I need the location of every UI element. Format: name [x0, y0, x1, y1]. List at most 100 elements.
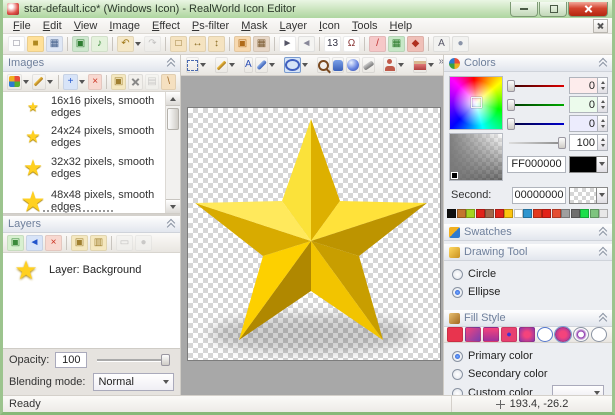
colors-button[interactable]: ▦: [253, 36, 270, 52]
layers-panel-header[interactable]: Layers: [3, 216, 180, 233]
green-value[interactable]: 0: [570, 99, 597, 111]
color-swatch[interactable]: [561, 209, 570, 218]
color-swatch[interactable]: [542, 209, 551, 218]
fill-ellipse-empty-button[interactable]: [591, 327, 607, 342]
windows-format-button[interactable]: [7, 74, 22, 90]
color-swatch[interactable]: [523, 209, 532, 218]
new-layer-button[interactable]: ▣: [7, 235, 24, 251]
dropdown-caret-icon[interactable]: [79, 80, 85, 84]
color-swatch[interactable]: [599, 209, 608, 218]
crop-button[interactable]: □: [170, 36, 187, 52]
wizard-button[interactable]: ▣: [72, 36, 89, 52]
opacity-slider[interactable]: [97, 353, 170, 367]
images-panel-header[interactable]: Images: [3, 55, 180, 72]
color-swatch[interactable]: [590, 209, 599, 218]
color-swatch[interactable]: [552, 209, 561, 218]
radio-secondary-color[interactable]: Secondary color: [444, 365, 612, 383]
menu-item-tools[interactable]: Tools: [346, 19, 384, 33]
custom-color-select[interactable]: [552, 385, 604, 395]
minimize-button[interactable]: [510, 2, 538, 17]
collapse-chevron-icon[interactable]: [599, 248, 607, 257]
cut-button[interactable]: [128, 74, 143, 90]
radio-icon[interactable]: [452, 388, 463, 396]
green-slider-handle[interactable]: [507, 99, 515, 111]
image-list-item[interactable]: ★24x24 pixels, smooth edges: [3, 121, 180, 152]
figure-button[interactable]: ●: [452, 36, 469, 52]
menu-item-help[interactable]: Help: [384, 19, 419, 33]
format-13-button[interactable]: 13: [324, 36, 341, 52]
radio-circle[interactable]: Circle: [444, 265, 612, 283]
copy-button[interactable]: ▣: [111, 74, 126, 90]
spinner-arrows[interactable]: [597, 135, 607, 150]
menu-item-ps-filter[interactable]: Ps-filter: [186, 19, 235, 33]
dropdown-caret-icon[interactable]: [135, 42, 141, 46]
radio-icon[interactable]: [452, 287, 463, 298]
canvas-area[interactable]: [181, 76, 443, 395]
menu-item-icon[interactable]: Icon: [313, 19, 346, 33]
sphere-tool-button[interactable]: [346, 57, 360, 73]
red-value-spinbox[interactable]: 0: [569, 77, 608, 94]
menu-item-mask[interactable]: Mask: [235, 19, 273, 33]
fill-style-panel-header[interactable]: Fill Style: [444, 310, 612, 327]
dropdown-caret-icon[interactable]: [269, 63, 275, 67]
fill-ellipse-gradient-button[interactable]: [555, 327, 571, 342]
canvas-document[interactable]: [187, 107, 441, 361]
copy-layer-button[interactable]: ▣: [71, 235, 88, 251]
menu-item-edit[interactable]: Edit: [37, 19, 68, 33]
expand-chevron-icon[interactable]: [599, 228, 607, 237]
fill-solid-button[interactable]: [447, 327, 463, 342]
menu-item-layer[interactable]: Layer: [274, 19, 314, 33]
close-document-button[interactable]: [593, 19, 608, 33]
radio-primary-color[interactable]: Primary color: [444, 347, 612, 365]
format-omega-button[interactable]: Ω: [343, 36, 360, 52]
airbrush-tool-button[interactable]: [362, 57, 375, 73]
radio-ellipse[interactable]: Ellipse: [444, 283, 612, 301]
dropdown-caret-icon[interactable]: [23, 80, 29, 84]
color-swatch[interactable]: [514, 209, 523, 218]
save-button[interactable]: ▦: [46, 36, 63, 52]
close-button[interactable]: [568, 2, 608, 17]
radio-icon[interactable]: [452, 369, 463, 380]
import-layer-button[interactable]: ◄: [26, 235, 43, 251]
color-swatch[interactable]: [447, 209, 456, 218]
color-swatch[interactable]: [485, 209, 494, 218]
opacity-input[interactable]: 100: [55, 352, 87, 368]
images-scrollbar[interactable]: [165, 92, 180, 213]
dropdown-icon[interactable]: [596, 188, 607, 203]
menu-item-image[interactable]: Image: [103, 19, 146, 33]
maximize-button[interactable]: [539, 2, 567, 17]
delete-image-button[interactable]: ×: [88, 74, 103, 90]
table-button[interactable]: ▦: [388, 36, 405, 52]
dropdown-caret-icon[interactable]: [428, 63, 434, 67]
color-swatch[interactable]: [457, 209, 466, 218]
dropdown-caret-icon[interactable]: [47, 80, 53, 84]
fill-gradient-linear-button[interactable]: [465, 327, 481, 342]
undo-button[interactable]: ↶: [117, 36, 134, 52]
collapse-chevron-icon[interactable]: [599, 59, 607, 68]
new-document-button[interactable]: □: [8, 36, 25, 52]
resize-button[interactable]: ↔: [189, 36, 206, 52]
shield-button[interactable]: ◆: [407, 36, 424, 52]
alpha-slider[interactable]: [507, 137, 566, 149]
image-list-item[interactable]: ★16x16 pixels, smooth edges: [3, 92, 180, 121]
color-swatch[interactable]: [571, 209, 580, 218]
layers-button[interactable]: ▣: [234, 36, 251, 52]
text-tool-button[interactable]: A: [244, 57, 253, 73]
opacity-slider-handle[interactable]: [161, 354, 170, 366]
scroll-up-icon[interactable]: [166, 92, 180, 106]
menu-item-view[interactable]: View: [68, 19, 104, 33]
color-swatch[interactable]: [504, 209, 513, 218]
dropdown-caret-icon[interactable]: [302, 63, 308, 67]
collapse-chevron-icon[interactable]: [167, 59, 175, 68]
green-value-spinbox[interactable]: 0: [569, 96, 608, 113]
blending-mode-select[interactable]: Normal: [93, 373, 174, 391]
pen-button[interactable]: /: [369, 36, 386, 52]
brush-tool-button[interactable]: [255, 57, 268, 73]
color-swatch[interactable]: [580, 209, 589, 218]
image-list-item[interactable]: ★32x32 pixels, smooth edges: [3, 152, 180, 184]
title-bar[interactable]: star-default.ico* (Windows Icon) - RealW…: [3, 0, 612, 18]
layer-row-background[interactable]: ★ Layer: Background: [3, 253, 180, 287]
pan-tool-button[interactable]: [332, 57, 344, 73]
fill-radial-button[interactable]: [519, 327, 535, 342]
alpha-slider-handle[interactable]: [558, 137, 566, 149]
